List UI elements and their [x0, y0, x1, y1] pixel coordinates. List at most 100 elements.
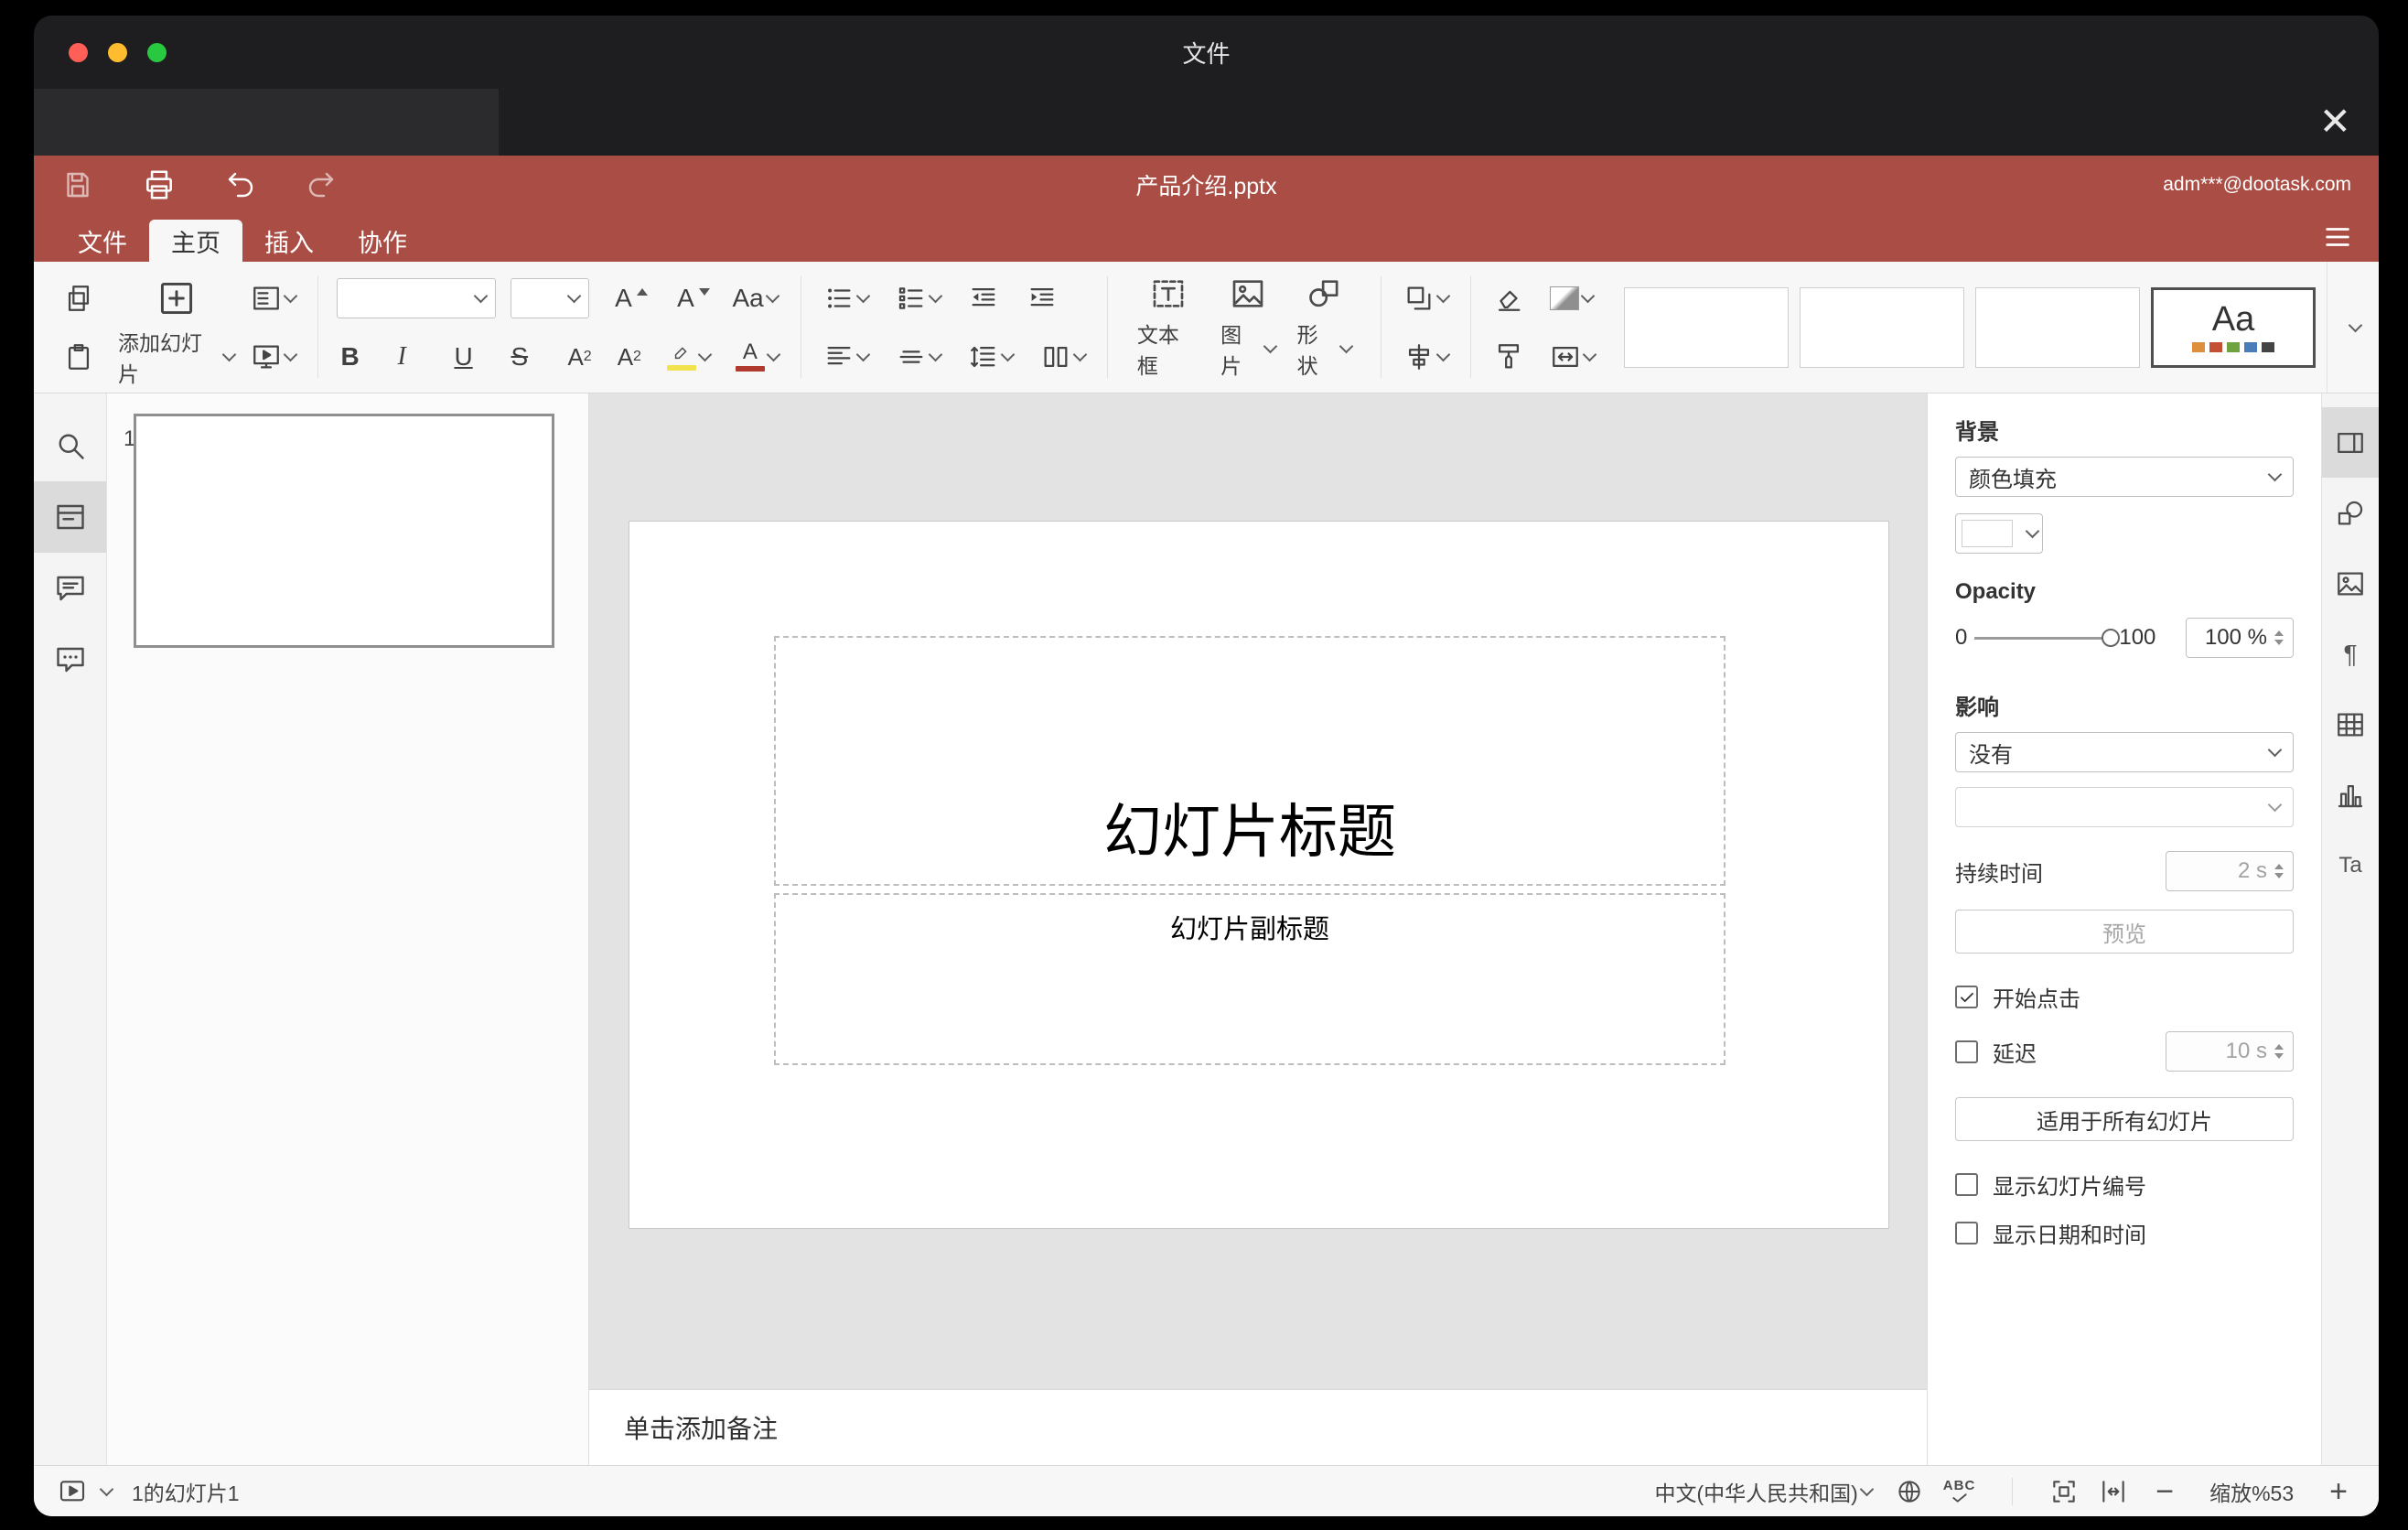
theme-slot-1[interactable]	[1624, 286, 1790, 368]
save-icon[interactable]	[61, 168, 94, 201]
background-color-picker[interactable]	[1955, 513, 2043, 554]
slide-thumbnail[interactable]	[134, 414, 554, 648]
close-window-button[interactable]	[69, 43, 88, 62]
columns-button[interactable]	[1037, 339, 1089, 374]
redo-icon[interactable]	[305, 168, 338, 201]
table-settings-button[interactable]	[2322, 689, 2379, 760]
minimize-window-button[interactable]	[108, 43, 127, 62]
vertical-align-button[interactable]	[892, 339, 944, 374]
change-case-button[interactable]: Aa	[728, 284, 780, 313]
increase-indent-button[interactable]	[1023, 281, 1061, 316]
superscript-button[interactable]: A2	[564, 343, 595, 371]
search-button[interactable]	[34, 410, 106, 481]
print-icon[interactable]	[142, 167, 177, 202]
close-icon[interactable]: ✕	[2319, 96, 2351, 147]
slides-panel-button[interactable]	[34, 481, 106, 553]
underline-button[interactable]: U	[450, 342, 489, 372]
copy-style-button[interactable]	[1489, 339, 1528, 374]
textart-settings-button[interactable]: Ta	[2322, 830, 2379, 900]
document-language-icon[interactable]	[1896, 1478, 1923, 1505]
font-size-combo[interactable]	[511, 277, 590, 318]
zoom-in-button[interactable]: +	[2322, 1476, 2355, 1507]
opacity-slider[interactable]	[1974, 628, 2121, 647]
subtitle-placeholder[interactable]: 幻灯片副标题	[774, 893, 1725, 1065]
paste-button[interactable]	[59, 339, 98, 374]
arrange-shape-button[interactable]	[1400, 281, 1452, 316]
background-fill-select[interactable]: 颜色填充	[1955, 457, 2294, 497]
effect-variant-select[interactable]	[1955, 787, 2294, 827]
comments-button[interactable]	[34, 553, 106, 624]
slide-size-button[interactable]	[1546, 339, 1598, 374]
paragraph-settings-button[interactable]: ¶	[2322, 619, 2379, 689]
zoom-out-button[interactable]: −	[2148, 1476, 2181, 1507]
show-slide-number-checkbox[interactable]	[1955, 1173, 1978, 1196]
chat-button[interactable]	[34, 624, 106, 695]
slide-layout-button[interactable]	[247, 281, 299, 316]
textbox-button[interactable]: 文本框	[1126, 275, 1209, 380]
increase-font-button[interactable]: A	[604, 284, 651, 313]
tab-home[interactable]: 主页	[149, 220, 242, 262]
duration-input[interactable]: 2 s	[2166, 851, 2294, 891]
effect-select[interactable]: 没有	[1955, 732, 2294, 772]
hamburger-menu-icon[interactable]	[2322, 221, 2353, 253]
decrease-font-button[interactable]: A	[666, 284, 714, 313]
shape-button[interactable]: 形状	[1286, 275, 1362, 380]
shape-settings-button[interactable]	[2322, 478, 2379, 548]
bold-button[interactable]: B	[337, 342, 375, 372]
theme-slot-3[interactable]	[1975, 286, 2141, 368]
chevron-down-icon[interactable]	[99, 1482, 114, 1496]
chart-settings-button[interactable]	[2322, 760, 2379, 830]
undo-icon[interactable]	[224, 168, 257, 201]
notes-area[interactable]: 单击添加备注	[589, 1389, 1927, 1465]
spinner-icon[interactable]	[2274, 864, 2284, 878]
delay-input[interactable]: 10 s	[2166, 1031, 2294, 1072]
decrease-indent-button[interactable]	[964, 281, 1003, 316]
tab-insert[interactable]: 插入	[242, 220, 336, 262]
add-slide-icon[interactable]	[153, 276, 200, 320]
spinner-icon[interactable]	[2274, 630, 2284, 645]
apply-all-button[interactable]: 适用于所有幻灯片	[1955, 1097, 2294, 1141]
title-placeholder[interactable]: 幻灯片标题	[774, 636, 1725, 886]
preview-button[interactable]: 预览	[1955, 910, 2294, 954]
language-selector[interactable]: 中文(中华人民共和国)	[1650, 1474, 1875, 1509]
slide[interactable]: 幻灯片标题 幻灯片副标题	[629, 522, 1888, 1228]
start-slideshow-button[interactable]	[247, 339, 299, 374]
font-name-combo[interactable]	[337, 277, 497, 318]
clear-style-button[interactable]	[1489, 281, 1528, 316]
start-click-checkbox[interactable]	[1955, 986, 1978, 1008]
tab-file[interactable]: 文件	[56, 220, 149, 262]
fit-width-icon[interactable]	[2099, 1477, 2128, 1506]
highlight-color-button[interactable]	[663, 340, 714, 372]
theme-slot-2[interactable]	[1800, 286, 1965, 368]
zoom-window-button[interactable]	[147, 43, 167, 62]
spinner-icon[interactable]	[2274, 1044, 2284, 1059]
fill-color-button[interactable]	[1546, 285, 1596, 312]
spellcheck-icon[interactable]: ABC	[1943, 1479, 1976, 1503]
strikethrough-button[interactable]: S	[507, 342, 545, 372]
align-shape-button[interactable]	[1400, 339, 1452, 374]
theme-slot-selected[interactable]: Aa	[2151, 286, 2317, 368]
add-slide-button[interactable]: 添加幻灯片	[114, 324, 238, 390]
fit-slide-icon[interactable]	[2049, 1477, 2079, 1506]
italic-button[interactable]: I	[393, 342, 432, 372]
copy-button[interactable]	[59, 281, 98, 316]
show-datetime-checkbox[interactable]	[1955, 1222, 1978, 1244]
horizontal-align-button[interactable]	[820, 339, 872, 374]
image-settings-button[interactable]	[2322, 548, 2379, 619]
image-button[interactable]: 图片	[1209, 275, 1285, 380]
slide-settings-button[interactable]	[2322, 407, 2379, 478]
line-spacing-button[interactable]	[964, 339, 1016, 374]
opacity-slider-knob[interactable]	[2102, 628, 2121, 647]
bullets-button[interactable]	[820, 281, 872, 316]
delay-checkbox[interactable]	[1955, 1040, 1978, 1063]
tab-collaboration[interactable]: 协作	[336, 220, 429, 262]
opacity-value-input[interactable]: 100 %	[2186, 618, 2294, 658]
theme-expand-button[interactable]	[2327, 262, 2379, 393]
numbering-button[interactable]	[892, 281, 944, 316]
textbox-icon	[1150, 275, 1187, 312]
font-color-icon: A	[735, 341, 765, 372]
slide-canvas[interactable]: 幻灯片标题 幻灯片副标题	[589, 393, 1927, 1389]
font-color-button[interactable]: A	[732, 339, 782, 373]
subscript-button[interactable]: A2	[614, 343, 645, 371]
start-slideshow-status-button[interactable]	[58, 1477, 87, 1506]
